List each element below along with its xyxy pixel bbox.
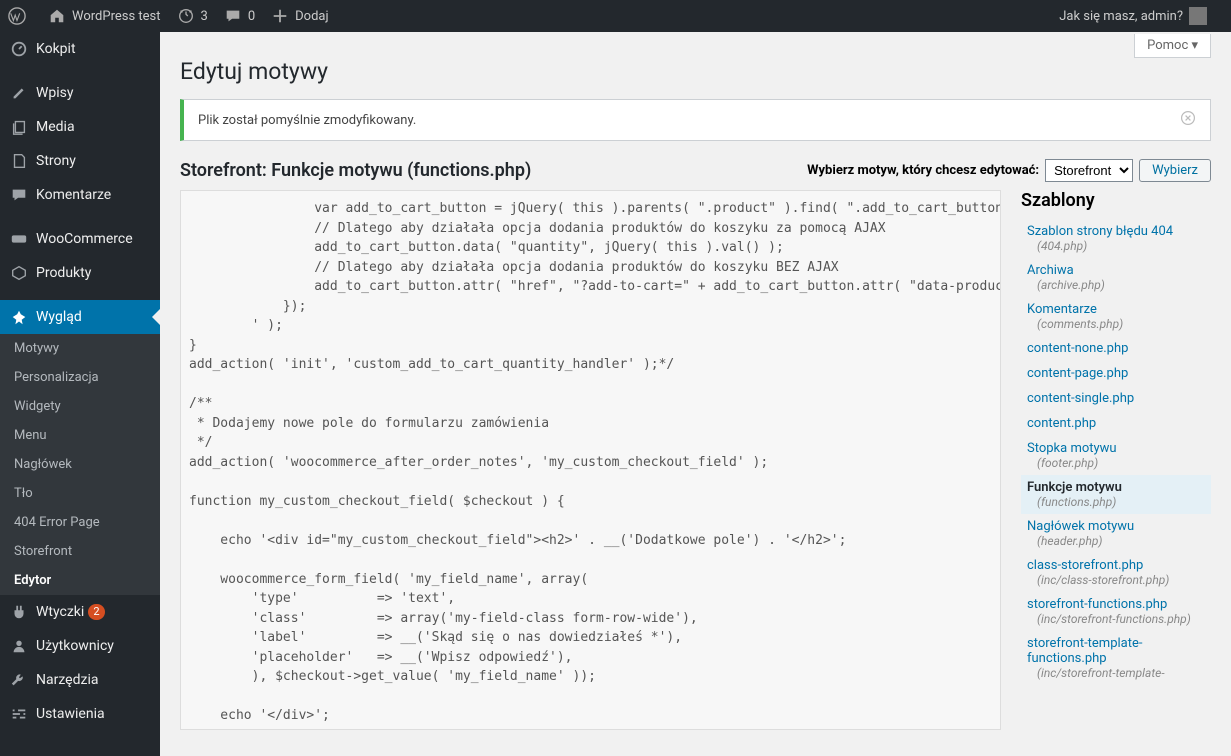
file-item[interactable]: storefront-functions.php(inc/storefront-… xyxy=(1021,592,1211,631)
comments-link[interactable]: 0 xyxy=(224,7,255,25)
success-notice: Plik został pomyślnie zmodyfikowany. xyxy=(180,99,1211,141)
file-item[interactable]: Szablon strony błędu 404(404.php) xyxy=(1021,219,1211,258)
file-item[interactable]: Komentarze(comments.php) xyxy=(1021,297,1211,336)
menu-woocommerce[interactable]: WooCommerce xyxy=(0,222,160,256)
close-icon[interactable] xyxy=(1180,110,1196,130)
menu-pages[interactable]: Strony xyxy=(0,144,160,178)
file-item[interactable]: Stopka motywu(footer.php) xyxy=(1021,436,1211,475)
menu-users[interactable]: Użytkownicy xyxy=(0,629,160,663)
wp-logo[interactable] xyxy=(8,7,32,25)
submenu-appearance: Motywy Personalizacja Widgety Menu Nagłó… xyxy=(0,334,160,595)
add-new[interactable]: Dodaj xyxy=(271,7,328,25)
submenu-themes[interactable]: Motywy xyxy=(0,334,160,363)
menu-products[interactable]: Produkty xyxy=(0,256,160,290)
avatar xyxy=(1189,7,1207,25)
howdy-account[interactable]: Jak się masz, admin? xyxy=(1059,7,1207,25)
file-list: Szablon strony błędu 404(404.php)Archiwa… xyxy=(1021,219,1211,685)
submenu-menus[interactable]: Menu xyxy=(0,421,160,450)
file-item[interactable]: storefront-template-functions.php(inc/st… xyxy=(1021,631,1211,685)
file-item[interactable]: content-page.php xyxy=(1021,361,1211,386)
menu-posts[interactable]: Wpisy xyxy=(0,76,160,110)
submenu-background[interactable]: Tło xyxy=(0,479,160,508)
updates-link[interactable]: 3 xyxy=(177,7,208,25)
menu-tools[interactable]: Narzędzia xyxy=(0,663,160,697)
menu-appearance[interactable]: Wygląd xyxy=(0,300,160,334)
submenu-editor[interactable]: Edytor xyxy=(0,566,160,595)
file-item[interactable]: Archiwa(archive.php) xyxy=(1021,258,1211,297)
select-button[interactable]: Wybierz xyxy=(1139,159,1211,182)
plugins-badge: 2 xyxy=(88,604,104,620)
editor-heading: Storefront: Funkcje motywu (functions.ph… xyxy=(180,160,531,181)
page-title: Edytuj motywy xyxy=(180,58,1211,85)
site-home[interactable]: WordPress test xyxy=(48,7,161,25)
code-textarea[interactable] xyxy=(180,190,1001,730)
help-tab[interactable]: Pomoc ▾ xyxy=(1134,34,1211,58)
menu-comments[interactable]: Komentarze xyxy=(0,178,160,212)
file-item[interactable]: content-none.php xyxy=(1021,336,1211,361)
file-item[interactable]: class-storefront.php(inc/class-storefron… xyxy=(1021,553,1211,592)
admin-toolbar: WordPress test 3 0 Dodaj Jak się masz, a… xyxy=(0,0,1231,32)
submenu-header[interactable]: Nagłówek xyxy=(0,450,160,479)
notice-text: Plik został pomyślnie zmodyfikowany. xyxy=(198,113,416,128)
menu-dashboard[interactable]: Kokpit xyxy=(0,32,160,66)
menu-plugins[interactable]: Wtyczki2 xyxy=(0,595,160,629)
submenu-404[interactable]: 404 Error Page xyxy=(0,508,160,537)
theme-select[interactable]: Storefront xyxy=(1045,159,1133,182)
admin-sidebar: Kokpit Wpisy Media Strony Komentarze Woo… xyxy=(0,32,160,756)
file-item[interactable]: content-single.php xyxy=(1021,386,1211,411)
menu-settings[interactable]: Ustawienia xyxy=(0,697,160,731)
submenu-customize[interactable]: Personalizacja xyxy=(0,363,160,392)
file-item[interactable]: Funkcje motywu(functions.php) xyxy=(1021,475,1211,514)
templates-heading: Szablony xyxy=(1021,190,1211,211)
theme-select-label: Wybierz motyw, który chcesz edytować: xyxy=(807,163,1039,178)
menu-media[interactable]: Media xyxy=(0,110,160,144)
submenu-storefront[interactable]: Storefront xyxy=(0,537,160,566)
site-title: WordPress test xyxy=(72,9,161,24)
file-item[interactable]: Nagłówek motywu(header.php) xyxy=(1021,514,1211,553)
file-item[interactable]: content.php xyxy=(1021,411,1211,436)
submenu-widgets[interactable]: Widgety xyxy=(0,392,160,421)
